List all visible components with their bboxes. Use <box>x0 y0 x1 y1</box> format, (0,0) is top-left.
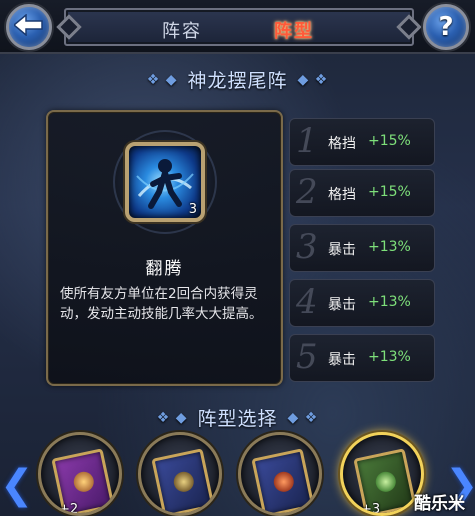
formation-book-slot[interactable]: +2 <box>38 432 122 516</box>
formation-name: 神龙摆尾阵 <box>187 70 288 92</box>
skill-icon-button[interactable]: 3 <box>125 142 205 222</box>
blue-book-icon <box>151 448 215 513</box>
book-emblem <box>71 469 96 494</box>
bonus-index: 5 <box>296 337 318 377</box>
ornament-right-icon: ◆ ❖ <box>297 72 329 88</box>
bonus-index: 3 <box>296 227 318 267</box>
bonus-value: +15% <box>368 133 411 149</box>
bonus-value: +15% <box>368 184 411 200</box>
bonus-value: +13% <box>368 239 411 255</box>
back-button[interactable] <box>6 4 52 50</box>
tab-formation[interactable]: 阵型 <box>274 17 314 43</box>
ornament-left-icon: ❖ ◆ <box>156 410 188 426</box>
book-emblem <box>171 469 196 494</box>
bonus-row: 5 暴击 +13% <box>289 334 435 382</box>
selection-heading: 阵型选择 <box>197 408 278 430</box>
skill-panel: 3 翻腾 使所有友方单位在2回合内获得灵动，发动主动技能几率大大提高。 <box>46 110 283 386</box>
skill-name: 翻腾 <box>145 259 184 279</box>
ornament-right-icon: ◆ ❖ <box>287 410 319 426</box>
top-bar: 阵容 阵型 ? <box>0 0 475 54</box>
bonus-row: 4 暴击 +13% <box>289 279 435 327</box>
tab-bar-ornament-left <box>56 14 82 40</box>
watermark: 酷乐米 <box>414 494 465 514</box>
formation-title: ❖ ◆ 神龙摆尾阵 ◆ ❖ <box>0 66 475 93</box>
bonus-index: 2 <box>296 172 318 212</box>
book-emblem <box>373 469 398 494</box>
bonus-row: 2 格挡 +15% <box>289 169 435 217</box>
bonus-value: +13% <box>368 349 411 365</box>
skill-level: 3 <box>188 202 197 217</box>
bonus-value: +13% <box>368 294 411 310</box>
bonus-index: 1 <box>296 121 318 161</box>
formation-book-slot[interactable] <box>138 432 222 516</box>
question-mark-icon: ? <box>438 12 454 42</box>
back-arrow-icon <box>12 13 44 40</box>
tab-lineup[interactable]: 阵容 <box>162 17 202 43</box>
bonus-index: 4 <box>296 282 318 322</box>
ornament-left-icon: ❖ ◆ <box>146 72 178 88</box>
book-level: +3 <box>361 502 381 516</box>
bonus-stat: 格挡 <box>328 136 356 152</box>
bonus-stat: 暴击 <box>328 352 356 368</box>
tab-bar-ornament-right <box>396 14 422 40</box>
bonus-stat: 格挡 <box>328 187 356 203</box>
tab-bar: 阵容 阵型 <box>56 8 422 46</box>
book-emblem <box>271 469 296 494</box>
book-level: +2 <box>59 502 79 516</box>
selection-title: ❖ ◆ 阵型选择 ◆ ❖ <box>0 404 475 431</box>
formation-book-slot[interactable] <box>238 432 322 516</box>
bonus-stat: 暴击 <box>328 242 356 258</box>
bonus-stat: 暴击 <box>328 297 356 313</box>
bonus-row: 1 格挡 +15% <box>289 118 435 166</box>
help-button[interactable]: ? <box>423 4 469 50</box>
skill-description: 使所有友方单位在2回合内获得灵动，发动主动技能几率大大提高。 <box>60 286 263 322</box>
blue-book-icon <box>251 448 315 513</box>
bonus-row: 3 暴击 +13% <box>289 224 435 272</box>
formation-book-slot-selected[interactable]: +3 <box>340 432 424 516</box>
scroll-left-arrow-icon[interactable]: ❮ <box>0 460 34 510</box>
